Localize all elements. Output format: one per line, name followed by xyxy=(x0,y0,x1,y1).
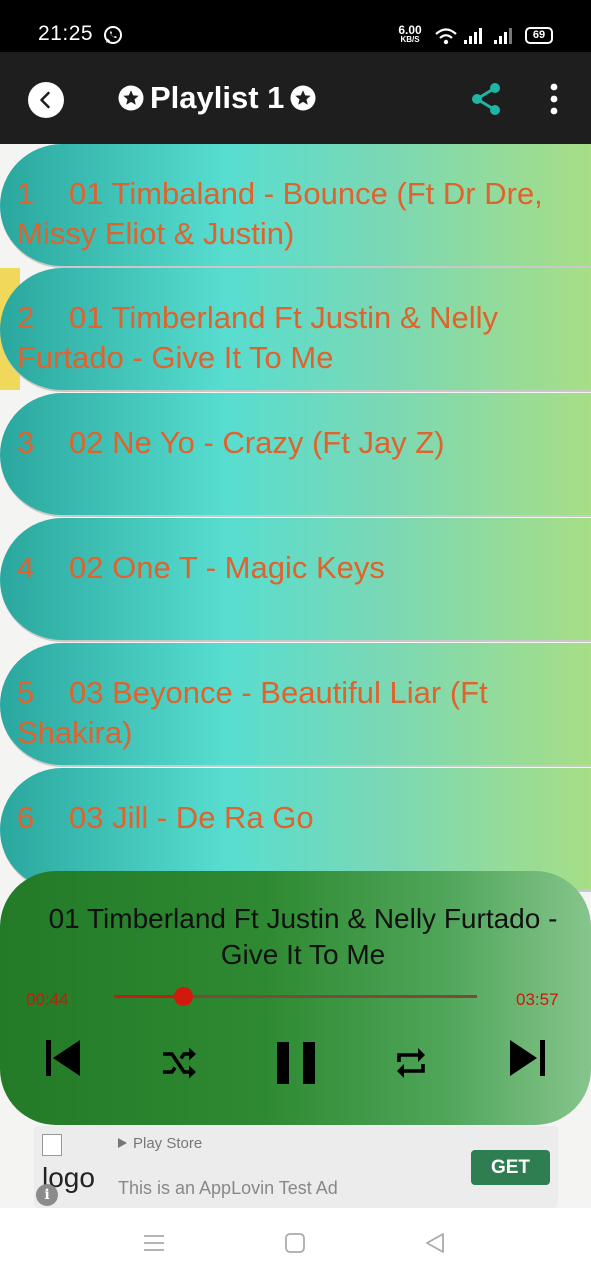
back-icon xyxy=(40,91,50,109)
track-number: 5 xyxy=(17,675,35,710)
ad-text: This is an AppLovin Test Ad xyxy=(118,1178,338,1198)
playlist-item[interactable]: 3 02 Ne Yo - Crazy (Ft Jay Z) xyxy=(0,393,591,517)
playlist-item-text: 5 03 Beyonce - Beautiful Liar (Ft Shakira… xyxy=(17,673,582,753)
title-wrap: Playlist 1 xyxy=(118,80,316,116)
star-icon xyxy=(290,85,316,111)
playlist-item-text: 1 01 Timbaland - Bounce (Ft Dr Dre, Missy… xyxy=(17,174,582,254)
battery-icon: 69 xyxy=(525,27,553,44)
status-bar: 21:25 6.00 KB/S 69 xyxy=(0,0,591,52)
ad-store-label: Play Store xyxy=(133,1135,203,1152)
seek-thumb[interactable] xyxy=(173,987,193,1006)
network-speed: 6.00 KB/S xyxy=(396,24,424,44)
current-time: 00:44 xyxy=(26,990,69,1009)
seek-bar[interactable] xyxy=(114,987,477,1006)
track-title: 01 Timberland Ft Justin & Nelly Furtado … xyxy=(17,300,499,375)
menu-icon[interactable] xyxy=(143,1232,165,1254)
repeat-icon[interactable] xyxy=(395,1045,427,1081)
info-icon[interactable]: i xyxy=(36,1184,58,1206)
battery-level: 69 xyxy=(532,29,546,41)
playlist-item-text: 3 02 Ne Yo - Crazy (Ft Jay Z) xyxy=(17,423,582,463)
share-icon[interactable] xyxy=(468,81,504,117)
track-title: 03 Beyonce - Beautiful Liar (Ft Shakira) xyxy=(17,675,488,750)
track-number: 4 xyxy=(17,550,35,585)
status-time: 21:25 xyxy=(38,22,94,45)
signal-icon xyxy=(494,28,512,44)
track-number: 3 xyxy=(17,425,35,460)
playlist-item[interactable]: 5 03 Beyonce - Beautiful Liar (Ft Shakira… xyxy=(0,643,591,767)
home-square-icon[interactable] xyxy=(284,1232,306,1254)
signal-icon xyxy=(464,28,482,44)
track-number: 1 xyxy=(17,176,35,211)
shuffle-icon[interactable] xyxy=(160,1046,198,1080)
track-title: 03 Jill - De Ra Go xyxy=(69,800,314,835)
track-number: 2 xyxy=(17,300,35,335)
star-icon xyxy=(118,85,144,111)
whatsapp-icon xyxy=(104,26,122,44)
ad-banner[interactable]: logo i Play Store This is an AppLovin Te… xyxy=(34,1126,558,1208)
play-store-icon xyxy=(118,1138,127,1148)
seek-progress xyxy=(114,995,183,998)
playlist-item-text: 6 03 Jill - De Ra Go xyxy=(17,798,582,838)
back-button[interactable] xyxy=(28,82,64,118)
mini-player: 01 Timberland Ft Justin & Nelly Furtado … xyxy=(0,871,591,1125)
playlist-item[interactable]: 1 01 Timbaland - Bounce (Ft Dr Dre, Missy… xyxy=(0,144,591,268)
track-title: 02 Ne Yo - Crazy (Ft Jay Z) xyxy=(69,425,445,460)
page-title: Playlist 1 xyxy=(150,80,285,115)
broken-image-icon xyxy=(42,1134,62,1156)
track-number: 6 xyxy=(17,800,35,835)
ad-store: Play Store xyxy=(118,1135,202,1152)
network-speed-unit: KB/S xyxy=(400,35,420,44)
more-vert-icon[interactable] xyxy=(543,82,565,116)
now-playing-title: 01 Timberland Ft Justin & Nelly Furtado … xyxy=(48,903,558,970)
skip-previous-icon[interactable] xyxy=(44,1038,82,1078)
playlist-item-text: 2 01 Timberland Ft Justin & Nelly Furtado… xyxy=(17,298,582,378)
playlist-item[interactable]: 2 01 Timberland Ft Justin & Nelly Furtado… xyxy=(0,268,591,392)
playlist-item[interactable]: 4 02 One T - Magic Keys xyxy=(0,518,591,642)
track-title: 01 Timbaland - Bounce (Ft Dr Dre, Missy … xyxy=(17,176,543,251)
back-triangle-icon[interactable] xyxy=(424,1232,446,1254)
pause-icon[interactable] xyxy=(276,1042,316,1084)
app-bar: Playlist 1 xyxy=(0,52,591,144)
playlist-item-text: 4 02 One T - Magic Keys xyxy=(17,548,582,588)
system-nav-bar xyxy=(0,1208,591,1280)
total-time: 03:57 xyxy=(516,990,559,1009)
wifi-icon xyxy=(435,28,457,45)
get-button[interactable]: GET xyxy=(471,1150,550,1185)
track-title: 02 One T - Magic Keys xyxy=(69,550,385,585)
skip-next-icon[interactable] xyxy=(508,1038,548,1078)
